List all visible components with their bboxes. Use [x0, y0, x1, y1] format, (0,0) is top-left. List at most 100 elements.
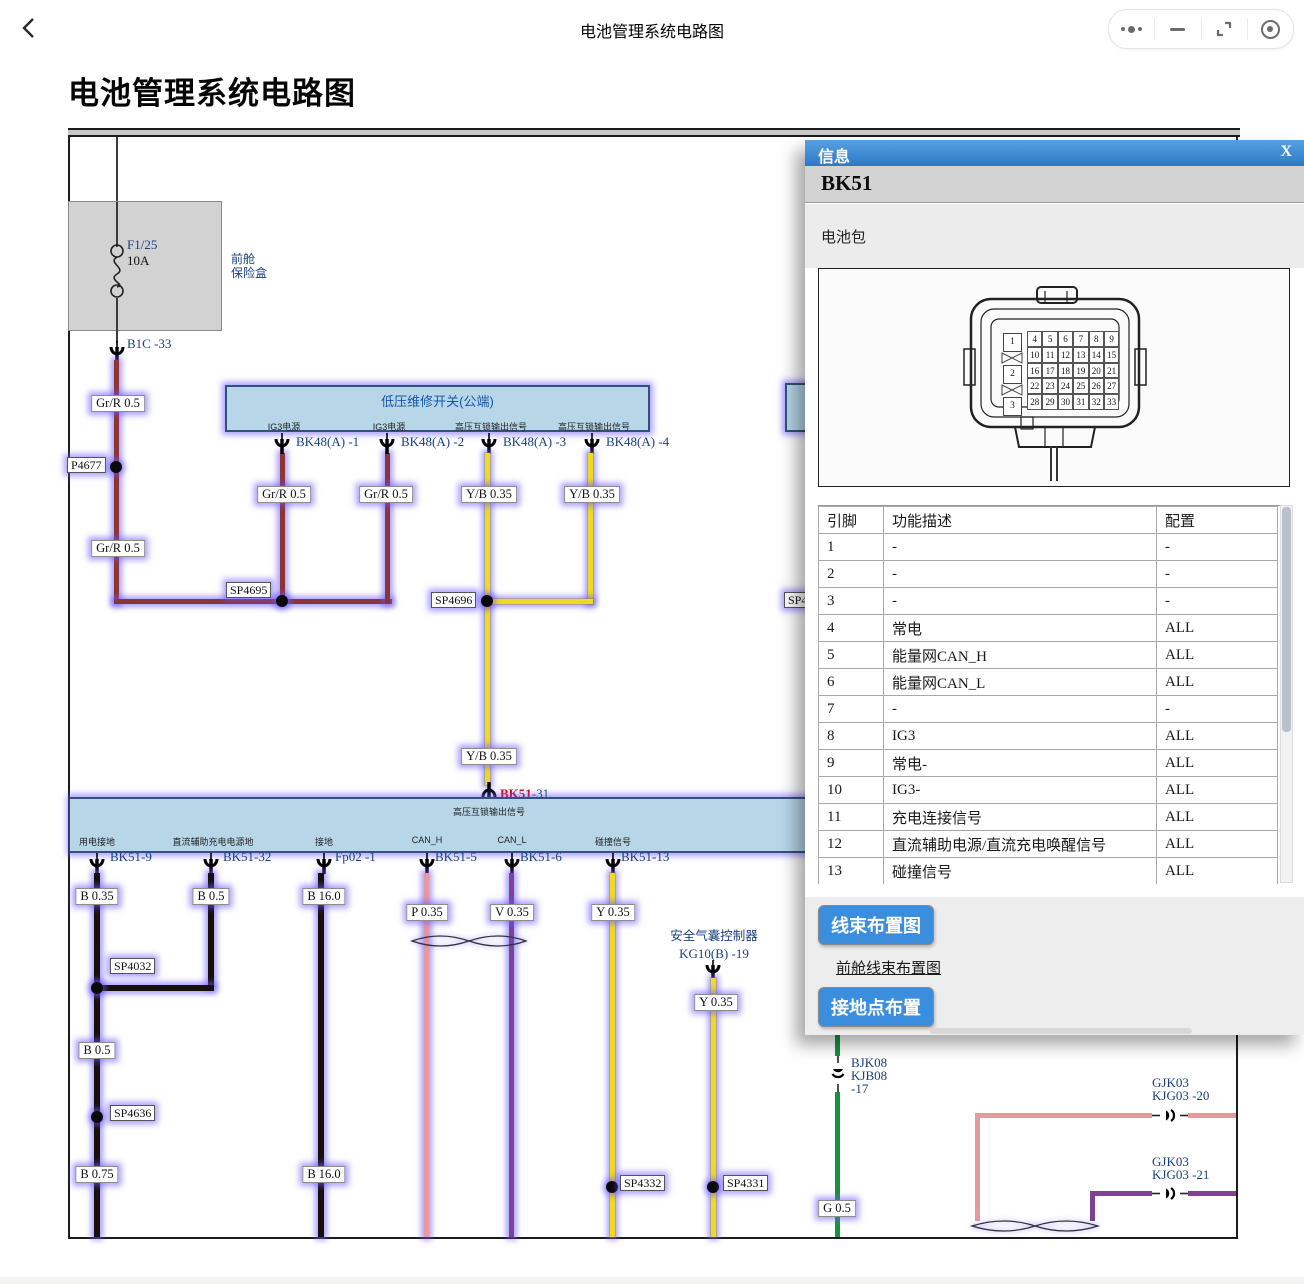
connector-label-bk51-13[interactable]: BK51-13	[621, 850, 669, 864]
twisted-pair-icon	[408, 930, 530, 952]
footer-band	[0, 1277, 1304, 1284]
table-row: 7--	[819, 696, 1278, 723]
wire-spec-label: Gr/R 0.5	[257, 486, 311, 503]
panel-title: 信息	[818, 143, 850, 167]
connector-label-bk51-9[interactable]: BK51-9	[110, 850, 152, 864]
pin-cavity-6: 6	[1058, 331, 1073, 347]
table-row: 2--	[819, 561, 1278, 588]
connector-label-kjg03-20[interactable]: KJG03 -20	[1152, 1089, 1209, 1103]
wire-can-l	[509, 873, 514, 1237]
table-row: 8IG3ALL	[819, 723, 1278, 750]
pin-cavity-4: 4	[1027, 331, 1042, 347]
pin-cavity-22: 22	[1027, 378, 1042, 394]
connector-label-kjg03-21[interactable]: KJG03 -21	[1152, 1168, 1209, 1182]
pin-signal-label: 高压互锁输出信号	[455, 420, 527, 433]
splice-label: SP4331	[723, 1175, 768, 1191]
ground-point-button[interactable]: 接地点布置	[818, 987, 934, 1027]
table-row: 12直流辅助电源/直流充电唤醒信号ALL	[819, 831, 1278, 858]
splice-label: SP4332	[620, 1175, 665, 1191]
band-pin-signal: 接地	[315, 835, 333, 848]
connector-label-bk48-2[interactable]: BK48(A) -2	[401, 435, 464, 449]
table-scrollbar[interactable]	[1280, 505, 1293, 883]
table-row: 9常电-ALL	[819, 750, 1278, 777]
pin-cavity-21: 21	[1104, 363, 1119, 379]
splice-label: SP4695	[226, 582, 271, 598]
pin-signal-label: IG3电源	[373, 420, 406, 433]
expand-button[interactable]	[1202, 10, 1247, 48]
pin-cavity-24: 24	[1058, 378, 1073, 394]
airbag-controller-label[interactable]: 安全气囊控制器	[670, 929, 758, 943]
component-service-switch[interactable]: 低压维修开关(公端) IG3电源 IG3电源 高压互锁输出信号 高压互锁输出信号	[225, 385, 650, 432]
band-pin-signal: 用电接地	[79, 835, 115, 848]
fusebox-name-line2: 保险盒	[231, 266, 267, 280]
pin-cavity-16: 16	[1027, 363, 1042, 379]
pin-connector-icon	[418, 853, 436, 875]
pin-cavity-26: 26	[1089, 378, 1104, 394]
panel-hscrollbar[interactable]	[930, 1028, 1192, 1034]
pin-cavity-3: 3	[1003, 397, 1022, 416]
band-top-signal-label: 高压互锁输出信号	[453, 805, 525, 818]
connector-label-17: -17	[851, 1082, 868, 1096]
wire-spec-label: B 0.5	[192, 888, 229, 905]
pin-cavity-20: 20	[1089, 363, 1104, 379]
pin-cavity-10: 10	[1027, 347, 1042, 363]
pin-connector-icon	[704, 960, 722, 980]
connector-label-bk48-4[interactable]: BK48(A) -4	[606, 435, 669, 449]
pin-cavity-1: 1	[1003, 333, 1022, 352]
col-function: 功能描述	[884, 507, 1157, 534]
wire-grr-bk48-1	[280, 453, 285, 604]
table-row: 5能量网CAN_HALL	[819, 642, 1278, 669]
table-row: 6能量网CAN_LALL	[819, 669, 1278, 696]
pin-table-rows: 1--2--3--4常电ALL5能量网CAN_HALL6能量网CAN_LALL7…	[819, 534, 1278, 885]
table-row: 1--	[819, 534, 1278, 561]
wire-spec-label: B 0.35	[75, 888, 118, 905]
pin-cavity-12: 12	[1058, 347, 1073, 363]
connector-label-b1c[interactable]: B1C -33	[127, 337, 171, 351]
pin-cavity-18: 18	[1058, 363, 1073, 379]
connector-label-bk51-5[interactable]: BK51-5	[435, 850, 477, 864]
splice-label: P4677	[67, 457, 106, 473]
connector-label-fp02-1[interactable]: Fp02 -1	[335, 850, 376, 864]
connector-label-kg10[interactable]: KG10(B) -19	[679, 947, 749, 961]
pin-connector-icon	[315, 853, 333, 875]
fuse-id-label[interactable]: F1/25	[127, 238, 157, 252]
pin-connector-icon	[378, 433, 396, 455]
connector-label-bk48-3[interactable]: BK48(A) -3	[503, 435, 566, 449]
table-row: 3--	[819, 588, 1278, 615]
pin-cavity-25: 25	[1073, 378, 1088, 394]
wire-spec-label: Y/B 0.35	[461, 486, 517, 503]
connector-label-bk51-6[interactable]: BK51-6	[520, 850, 562, 864]
pin-grid: 4567891011121314151617181920212223242526…	[1027, 331, 1119, 410]
scrollbar-thumb[interactable]	[1282, 507, 1291, 732]
pin-connector-icon	[480, 433, 498, 455]
band-pin-signal: 碰撞信号	[595, 835, 631, 848]
splice-dot	[707, 1181, 719, 1193]
pin-signal-label: IG3电源	[268, 420, 301, 433]
front-harness-link[interactable]: 前舱线束布置图	[836, 957, 941, 978]
connector-label-bk48-1[interactable]: BK48(A) -1	[296, 435, 359, 449]
top-bus-bar	[68, 128, 1240, 137]
splice-dot	[91, 982, 103, 994]
col-pin: 引脚	[819, 507, 884, 534]
close-icon[interactable]: X	[1280, 143, 1292, 161]
minimize-button[interactable]	[1155, 10, 1200, 48]
more-menu-button[interactable]	[1109, 10, 1154, 48]
wire-spec-label: B 16.0	[302, 1166, 345, 1183]
record-button[interactable]	[1248, 10, 1293, 48]
pin-cavity-32: 32	[1089, 394, 1104, 410]
harness-layout-button[interactable]: 线束布置图	[818, 905, 934, 945]
pin-cavity-33: 33	[1104, 394, 1119, 410]
splice-dot	[91, 1111, 103, 1123]
pin-cavity-23: 23	[1042, 378, 1057, 394]
pin-cavity-19: 19	[1073, 363, 1088, 379]
wire-spec-label: Y 0.35	[591, 904, 635, 921]
pin-connector-icon	[273, 433, 291, 455]
fuse-wire-bottom	[116, 298, 118, 343]
connector-label-bk51-32[interactable]: BK51-32	[223, 850, 271, 864]
connector-name: BK51	[821, 171, 872, 196]
table-row: 10IG3-ALL	[819, 777, 1278, 804]
wire-spec-label: B 0.75	[75, 1166, 118, 1183]
window-capsule	[1108, 9, 1294, 49]
wire-b-horizontal	[94, 985, 214, 991]
pin-cavity-2: 2	[1003, 365, 1022, 384]
